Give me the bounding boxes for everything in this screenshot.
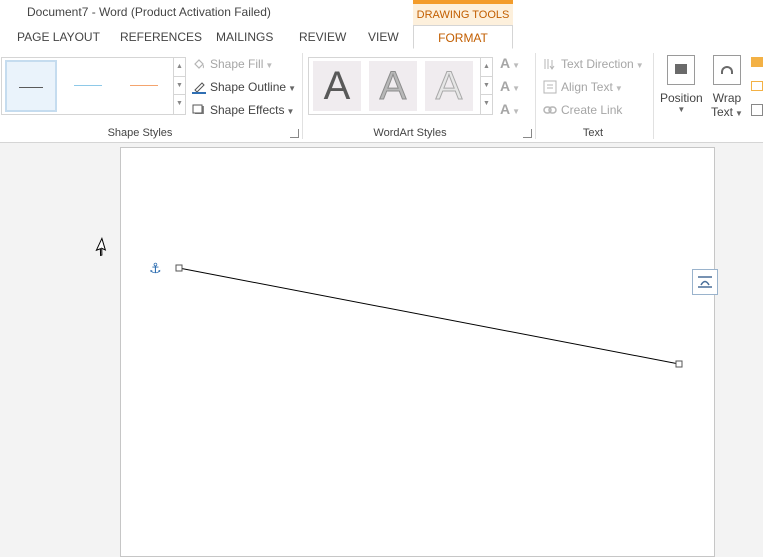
pen-icon [192, 82, 206, 94]
link-icon [543, 106, 557, 114]
wordart-sample[interactable]: A [313, 61, 361, 111]
gallery-more-button[interactable]: ▼ [173, 94, 185, 114]
style-line-preview [74, 85, 102, 86]
shape-effects-label: Shape Effects [210, 103, 285, 117]
dropdown-arrow-icon: ▼ [614, 84, 623, 93]
group-separator [302, 53, 303, 139]
tab-view[interactable]: VIEW [368, 30, 399, 44]
text-outline-button[interactable]: A ▼ [500, 78, 520, 94]
gallery-scroll-up-button[interactable]: ▲ [173, 58, 185, 76]
dropdown-arrow-icon: ▼ [677, 105, 686, 114]
shape-style-sample[interactable] [118, 60, 170, 112]
tab-review[interactable]: REVIEW [299, 30, 346, 44]
dropdown-arrow-icon: ▼ [512, 61, 521, 70]
gallery-more-button[interactable]: ▼ [480, 94, 492, 114]
wrap-text-label-line2: Text [711, 105, 734, 119]
text-fill-button[interactable]: A ▼ [500, 55, 520, 71]
dropdown-arrow-icon: ▼ [288, 84, 296, 93]
bring-forward-icon[interactable] [751, 57, 763, 67]
anchor-icon: ⚓ [149, 260, 162, 276]
align-text-button[interactable]: Align Text ▼ [543, 80, 623, 94]
style-line-preview [19, 87, 43, 88]
text-direction-button[interactable]: Text Direction ▼ [543, 57, 644, 71]
dropdown-arrow-icon: ▼ [512, 84, 521, 93]
style-line-preview [130, 85, 158, 86]
wordart-sample-letter: A [435, 64, 463, 109]
wordart-sample[interactable]: A [369, 61, 417, 111]
text-direction-label: Text Direction [561, 57, 634, 71]
dropdown-arrow-icon: ▼ [735, 109, 743, 118]
mouse-pointer-icon [95, 237, 107, 257]
dialog-launcher-icon[interactable] [523, 129, 532, 138]
window-title: Document7 - Word (Product Activation Fai… [27, 5, 271, 19]
wordart-styles-gallery[interactable]: A A A ▲ ▼ ▼ [308, 57, 493, 115]
tab-mailings[interactable]: MAILINGS [216, 30, 273, 44]
wordart-sample[interactable]: A [425, 61, 473, 111]
ribbon: ▲ ▼ ▼ Shape Fill ▼ Shape Outline ▼ Shape E… [0, 49, 763, 143]
position-button[interactable]: Position ▼ [660, 55, 703, 114]
shape-style-sample[interactable] [5, 60, 57, 112]
gallery-scroll-down-button[interactable]: ▼ [173, 76, 185, 94]
text-effects-button[interactable]: A ▼ [500, 101, 520, 117]
group-separator [535, 53, 536, 139]
wrap-text-button[interactable]: Wrap Text ▼ [711, 55, 743, 119]
tab-format[interactable]: FORMAT [413, 25, 513, 49]
shape-fill-label: Shape Fill [210, 57, 264, 71]
selection-pane-icon[interactable] [751, 104, 763, 116]
dropdown-arrow-icon: ▼ [512, 107, 521, 116]
dropdown-arrow-icon: ▼ [635, 61, 644, 70]
group-separator [653, 53, 654, 139]
shape-effects-button[interactable]: Shape Effects ▼ [192, 103, 294, 117]
dropdown-arrow-icon: ▼ [265, 61, 274, 70]
layout-options-icon [698, 276, 712, 288]
text-direction-icon [544, 59, 555, 70]
wrap-text-icon [712, 55, 741, 85]
tab-page-layout[interactable]: PAGE LAYOUT [17, 30, 100, 44]
shape-outline-button[interactable]: Shape Outline ▼ [192, 80, 296, 94]
wordart-styles-group-label: WordArt Styles [373, 127, 447, 139]
text-group-label: Text [582, 127, 604, 139]
gallery-scroll-up-button[interactable]: ▲ [480, 58, 492, 76]
dropdown-arrow-icon: ▼ [286, 107, 295, 116]
position-label: Position [660, 91, 703, 105]
shape-styles-group-label: Shape Styles [107, 127, 173, 139]
tab-references[interactable]: REFERENCES [120, 30, 202, 44]
gallery-scroll-down-button[interactable]: ▼ [480, 76, 492, 94]
text-fill-icon: A [500, 55, 511, 71]
shape-fill-button[interactable]: Shape Fill ▼ [192, 57, 273, 71]
wordart-sample-letter: A [379, 64, 407, 109]
create-link-button[interactable]: Create Link [543, 103, 622, 117]
wrap-text-label-line1: Wrap [712, 91, 742, 105]
paint-bucket-icon [194, 59, 204, 69]
shape-styles-gallery[interactable]: ▲ ▼ ▼ [1, 57, 186, 115]
layout-options-button[interactable] [692, 269, 718, 295]
title-bar: Document7 - Word (Product Activation Fai… [0, 0, 763, 26]
text-outline-icon: A [500, 78, 511, 94]
align-text-icon [543, 80, 557, 94]
ribbon-tabs: PAGE LAYOUT REFERENCES MAILINGS REVIEW V… [0, 25, 763, 50]
shape-effects-icon [192, 104, 204, 114]
drawing-tools-header: DRAWING TOOLS [413, 0, 513, 26]
shape-outline-label: Shape Outline [210, 80, 287, 94]
align-text-label: Align Text [561, 80, 613, 94]
send-backward-icon[interactable] [751, 81, 763, 91]
position-icon [667, 55, 696, 85]
dialog-launcher-icon[interactable] [290, 129, 299, 138]
text-effects-icon: A [500, 101, 511, 117]
create-link-label: Create Link [561, 103, 623, 117]
contextual-tab-group-label: DRAWING TOOLS [416, 9, 510, 21]
document-page[interactable] [120, 147, 715, 557]
shape-style-sample[interactable] [62, 60, 114, 112]
wordart-sample-letter: A [323, 64, 351, 108]
